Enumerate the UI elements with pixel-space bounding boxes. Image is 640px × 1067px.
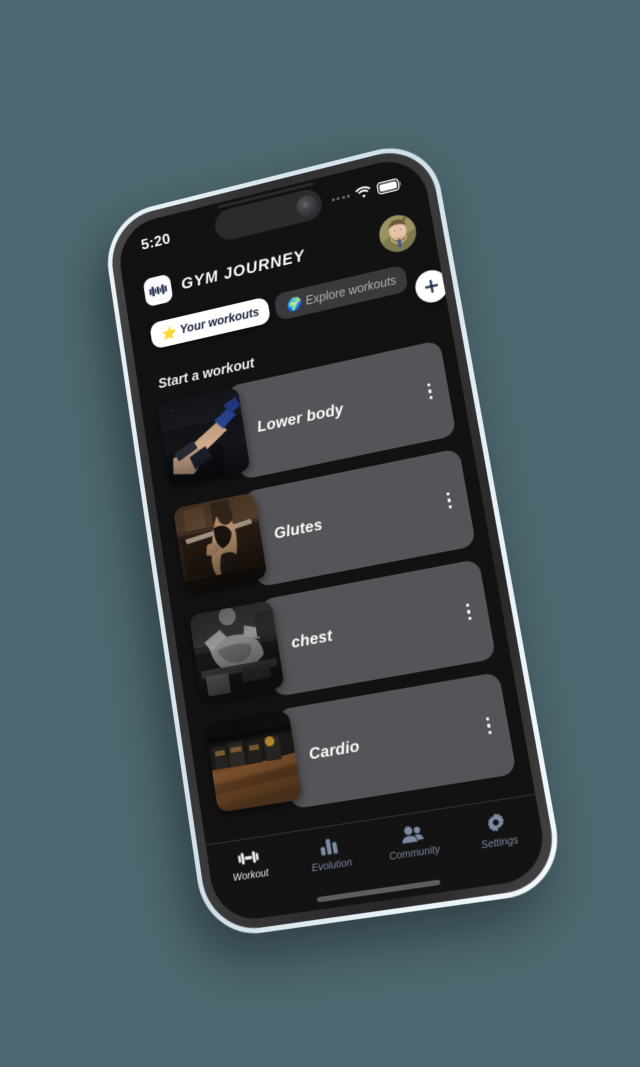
dumbbell-logo-icon [142,273,174,307]
status-indicators [330,176,402,205]
nav-label-settings: Settings [480,833,520,852]
workout-thumbnail [205,709,303,813]
workout-name: Glutes [272,516,324,543]
gear-icon [486,811,506,833]
phone-bezel: 5:20 GYM JOURNEY ⭐ Your workouts 🌍 Explo… [105,141,562,935]
nav-label-evolution: Evolution [310,856,354,875]
nav-label-community: Community [388,843,442,863]
more-vertical-icon[interactable] [482,712,496,739]
nav-item-community[interactable]: Community [369,819,458,865]
wifi-icon [354,183,371,198]
tab-explore-workouts-label: Explore workouts [304,272,398,308]
star-icon: ⭐ [159,323,177,341]
workout-name: Cardio [307,737,361,764]
workout-thumbnail [173,491,268,593]
more-vertical-icon[interactable] [462,598,476,624]
people-icon [401,825,424,844]
dumbbell-icon [237,850,259,865]
workout-list: Lower body Glutes chest Cardio [140,327,531,823]
nav-item-evolution[interactable]: Evolution [287,832,374,877]
signal-strength-icon [331,193,350,201]
globe-icon: 🌍 [284,294,303,313]
workout-name: chest [290,627,334,652]
phone-outer-frame: 5:20 GYM JOURNEY ⭐ Your workouts 🌍 Explo… [100,135,568,941]
nav-label-workout: Workout [232,867,270,884]
more-vertical-icon[interactable] [423,378,436,403]
workout-thumbnail [157,386,251,487]
plus-icon [425,279,438,293]
workout-card-body[interactable]: Cardio [276,671,517,809]
nav-item-workout[interactable]: Workout [207,844,291,887]
status-time: 5:20 [140,230,172,254]
more-vertical-icon[interactable] [442,487,456,513]
nav-item-settings[interactable]: Settings [452,806,544,855]
phone-screen: 5:20 GYM JOURNEY ⭐ Your workouts 🌍 Explo… [114,152,551,924]
bar-chart-icon [320,838,339,856]
tab-your-workouts-label: Your workouts [178,304,261,336]
workout-name: Lower body [256,400,345,436]
battery-icon [376,176,403,194]
scene: 5:20 GYM JOURNEY ⭐ Your workouts 🌍 Explo… [0,0,640,1067]
front-camera-icon [294,192,319,218]
workout-thumbnail [188,599,285,702]
phone-mockup: 5:20 GYM JOURNEY ⭐ Your workouts 🌍 Explo… [100,135,568,941]
